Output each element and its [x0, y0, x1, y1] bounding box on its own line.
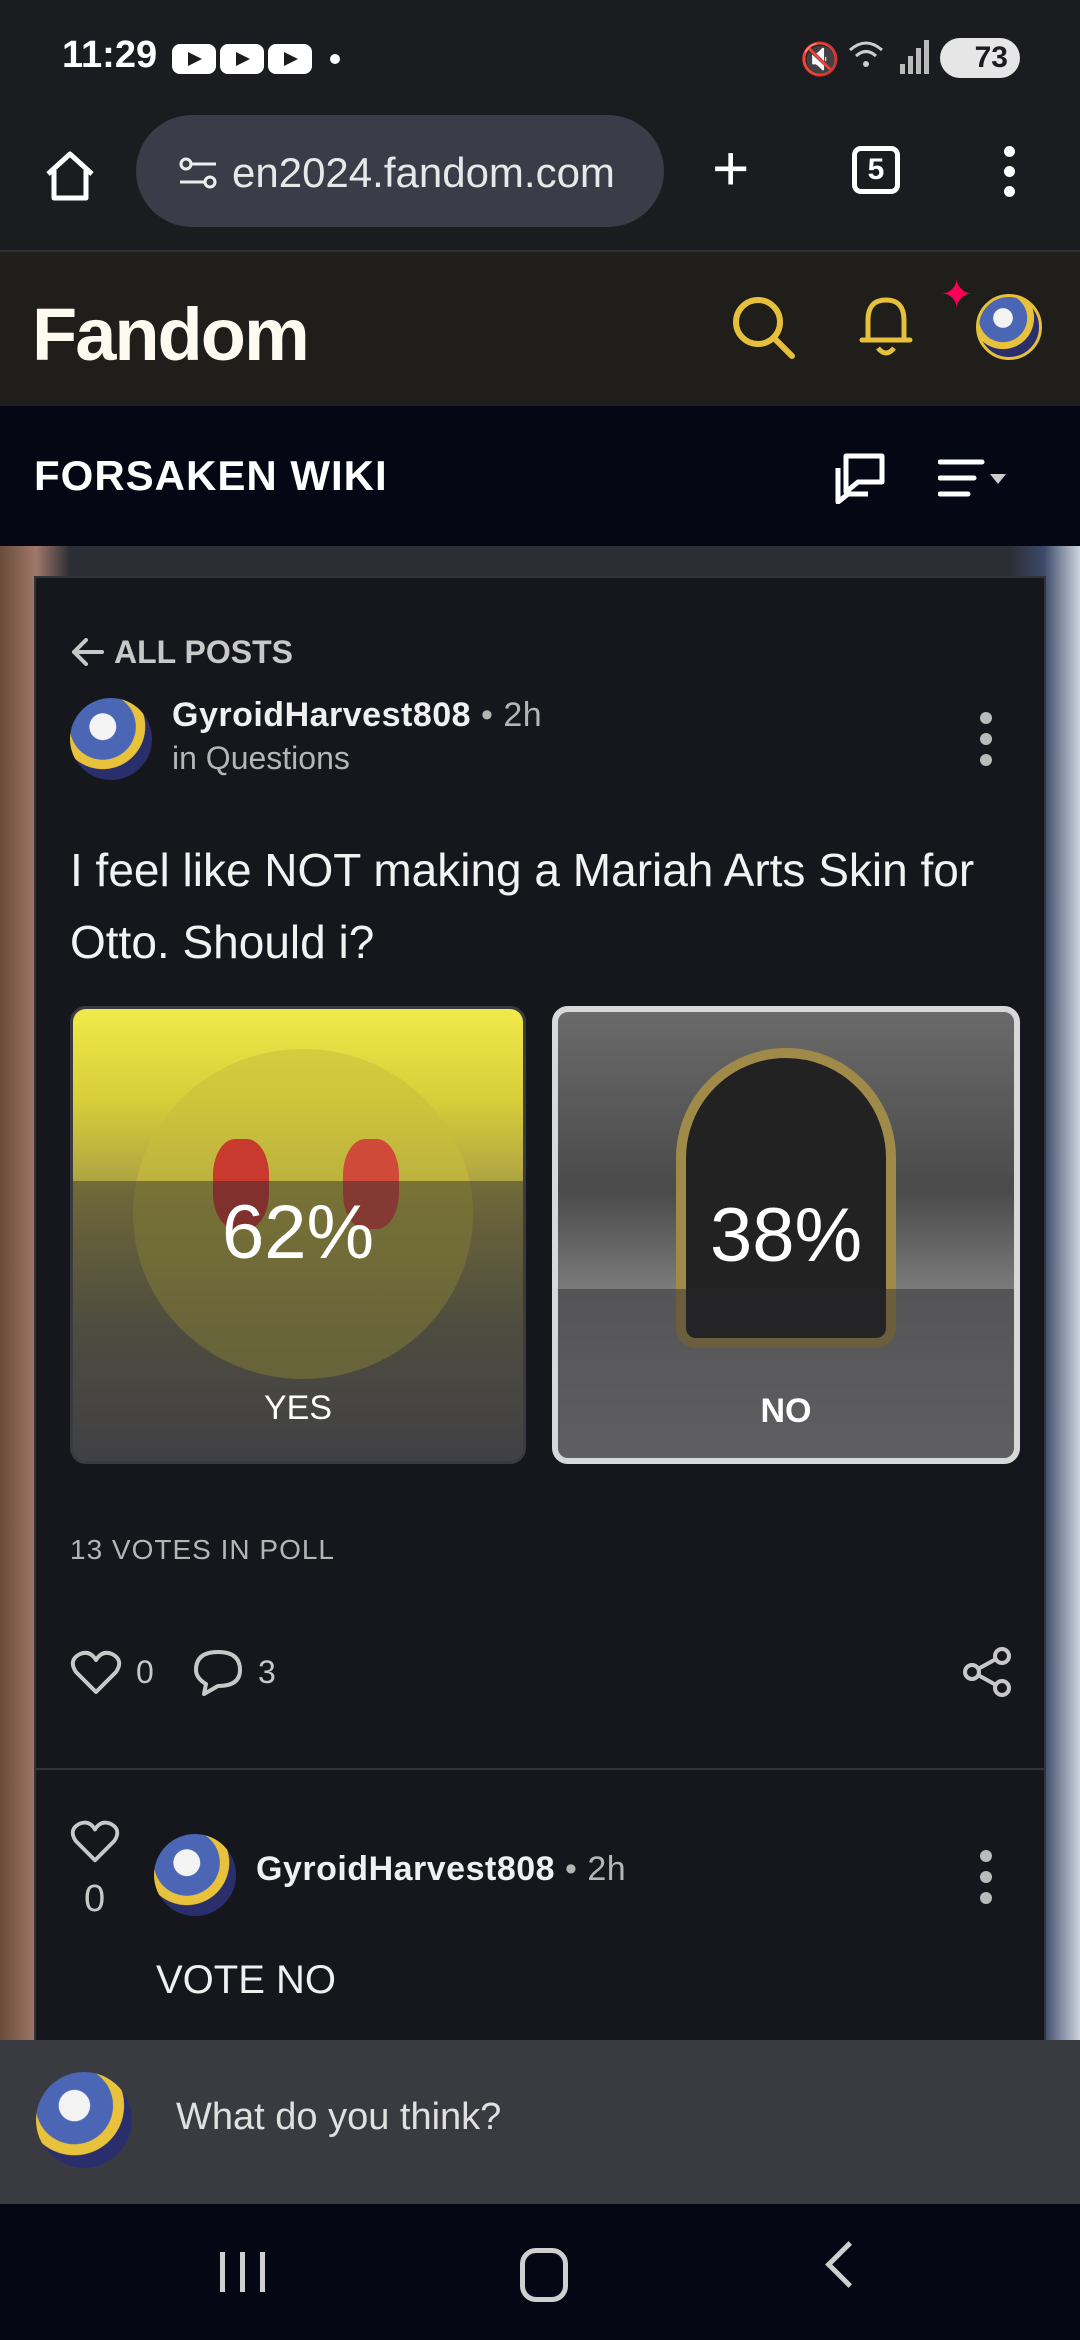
poll-label-no: NO: [760, 1392, 812, 1430]
notifications-bell-icon[interactable]: [858, 290, 914, 360]
battery-indicator: 73: [940, 38, 1020, 78]
post-author-line: GyroidHarvest808 • 2h: [172, 696, 542, 735]
separator: •: [565, 1850, 578, 1888]
wiki-title[interactable]: FORSAKEN WIKI: [34, 452, 388, 500]
post-time: 2h: [503, 696, 543, 734]
reply-options-icon[interactable]: [980, 1850, 994, 1913]
all-posts-link[interactable]: ALL POSTS: [70, 634, 293, 671]
wiki-menu-icon[interactable]: [938, 456, 1008, 500]
home-icon[interactable]: [40, 146, 100, 206]
poll-vote-count: 13 VOTES IN POLL: [70, 1534, 335, 1565]
back-icon[interactable]: [825, 2241, 872, 2288]
reply-input[interactable]: What do you think?: [176, 2096, 501, 2139]
url-text: en2024.fandom.com: [232, 149, 615, 196]
clock: 11:29: [62, 34, 158, 76]
youtube-notification-icon: [220, 44, 264, 74]
reply-like-icon[interactable]: [68, 1816, 122, 1866]
poll-result-bar: [558, 1288, 1014, 1458]
youtube-notification-icon: [268, 44, 312, 74]
separator: •: [481, 696, 494, 734]
poll-option-yes[interactable]: 62% YES: [70, 1006, 526, 1464]
site-settings-icon[interactable]: [176, 155, 220, 191]
divider: [36, 1768, 1044, 1770]
address-bar[interactable]: en2024.fandom.com: [136, 115, 664, 227]
search-icon[interactable]: [728, 292, 798, 362]
poll-option-no[interactable]: 38% NO: [552, 1006, 1020, 1464]
user-avatar[interactable]: [976, 294, 1042, 360]
tab-switcher-button[interactable]: 5: [852, 146, 900, 194]
browser-menu-icon[interactable]: [1004, 146, 1016, 206]
arrow-left-icon: [72, 638, 104, 666]
reply-author-line: GyroidHarvest808 • 2h: [256, 1850, 626, 1889]
all-posts-label: ALL POSTS: [114, 634, 293, 670]
share-icon[interactable]: [962, 1646, 1014, 1698]
author-name[interactable]: GyroidHarvest808: [172, 696, 471, 734]
discussions-icon[interactable]: [832, 448, 888, 504]
post-card: ALL POSTS GyroidHarvest808 • 2h in Quest…: [34, 576, 1046, 2076]
wifi-icon: [848, 40, 884, 78]
more-notifications-dot-icon: [330, 54, 340, 64]
poll-percent-yes: 62%: [221, 1190, 375, 1275]
youtube-notification-icon: [172, 44, 216, 74]
composer-avatar: [36, 2072, 132, 2168]
author-avatar[interactable]: [70, 698, 152, 780]
post-options-icon[interactable]: [980, 712, 994, 775]
like-count: 0: [136, 1654, 154, 1690]
browser-toolbar: en2024.fandom.com + 5: [0, 110, 1080, 252]
reply-author-avatar[interactable]: [154, 1834, 236, 1916]
new-tab-icon[interactable]: +: [712, 136, 749, 200]
cell-signal-icon: [900, 40, 930, 74]
reply-author-name[interactable]: GyroidHarvest808: [256, 1850, 555, 1888]
comment-count: 3: [258, 1654, 276, 1690]
recent-apps-icon[interactable]: [220, 2252, 266, 2292]
post-actions: 0 3: [70, 1642, 1014, 1702]
status-bar: 11:29 🔇 73: [0, 0, 1080, 110]
reply-like-count: 0: [84, 1878, 106, 1920]
fandom-header: Fandom ✦: [0, 252, 1080, 406]
reply-time: 2h: [587, 1850, 627, 1888]
home-button-icon[interactable]: [520, 2248, 568, 2302]
post-category[interactable]: in Questions: [172, 740, 350, 777]
reply-body: VOTE NO: [156, 1958, 337, 2002]
fandom-logo[interactable]: Fandom: [32, 292, 310, 377]
poll-percent-no: 38%: [709, 1193, 863, 1278]
comment-icon[interactable]: [192, 1646, 244, 1698]
like-icon[interactable]: [70, 1646, 122, 1698]
wiki-nav-bar: FORSAKEN WIKI: [0, 406, 1080, 548]
mute-icon: 🔇: [800, 41, 840, 77]
poll-label-yes: YES: [263, 1389, 333, 1427]
system-nav-bar: [0, 2204, 1080, 2340]
post-title: I feel like NOT making a Mariah Arts Ski…: [70, 844, 975, 968]
sparkle-icon: ✦: [940, 273, 974, 317]
reply-composer: What do you think?: [0, 2040, 1080, 2204]
